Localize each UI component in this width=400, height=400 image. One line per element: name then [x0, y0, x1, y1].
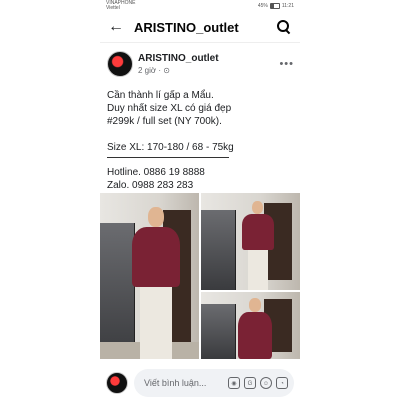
post-text: Cần thành lí gấp a Mẩu. Duy nhất size XL… — [100, 77, 300, 192]
battery-percent: 45% — [257, 3, 268, 9]
page-title: ARISTINO_outlet — [134, 19, 239, 35]
avatar — [106, 372, 128, 394]
divider — [107, 157, 229, 158]
avatar[interactable] — [107, 51, 133, 77]
post-line: #299k / full set (NY 700k). — [107, 116, 222, 127]
status-bar: VINAPHONE Viettel 45% 11:21 — [100, 0, 300, 12]
comment-placeholder: Viết bình luận... — [144, 377, 207, 388]
search-icon[interactable] — [276, 19, 292, 35]
clock: 11:21 — [281, 3, 294, 9]
comment-input[interactable]: Viết bình luận... ◉ G ☺ ◔ — [134, 369, 294, 397]
photo-1[interactable] — [100, 193, 199, 359]
post-line: Hotline. 0886 19 8888 — [107, 167, 205, 178]
battery-icon — [269, 3, 280, 9]
photo-3[interactable] — [201, 292, 300, 359]
post-line: Duy nhất size XL có giá đẹp — [107, 103, 232, 114]
gif-icon[interactable]: G — [244, 377, 256, 389]
emoji-icon[interactable]: ☺ — [260, 377, 272, 389]
photo-2[interactable] — [201, 193, 300, 290]
comment-bar: Viết bình luận... ◉ G ☺ ◔ — [100, 366, 300, 400]
author-name[interactable]: ARISTINO_outlet — [138, 53, 279, 64]
app-bar: ← ARISTINO_outlet — [100, 12, 300, 43]
more-icon[interactable]: ••• — [279, 58, 294, 70]
back-arrow-icon[interactable]: ← — [108, 18, 134, 36]
post-line: Cần thành lí gấp a Mẩu. — [107, 90, 214, 101]
post-line: Size XL: 170-180 / 68 - 75kg — [107, 142, 234, 153]
camera-icon[interactable]: ◉ — [228, 377, 240, 389]
post-line: Zalo. 0988 283 283 — [107, 180, 194, 191]
phone-screen: VINAPHONE Viettel 45% 11:21 ← ARISTINO_o… — [100, 0, 300, 400]
carrier: VINAPHONE Viettel — [106, 0, 136, 11]
sticker-icon[interactable]: ◔ — [276, 377, 288, 389]
post-header: ARISTINO_outlet 2 giờ · ⊙ ••• — [100, 43, 300, 77]
photo-grid — [100, 193, 300, 359]
post-time[interactable]: 2 giờ · ⊙ — [138, 66, 279, 75]
